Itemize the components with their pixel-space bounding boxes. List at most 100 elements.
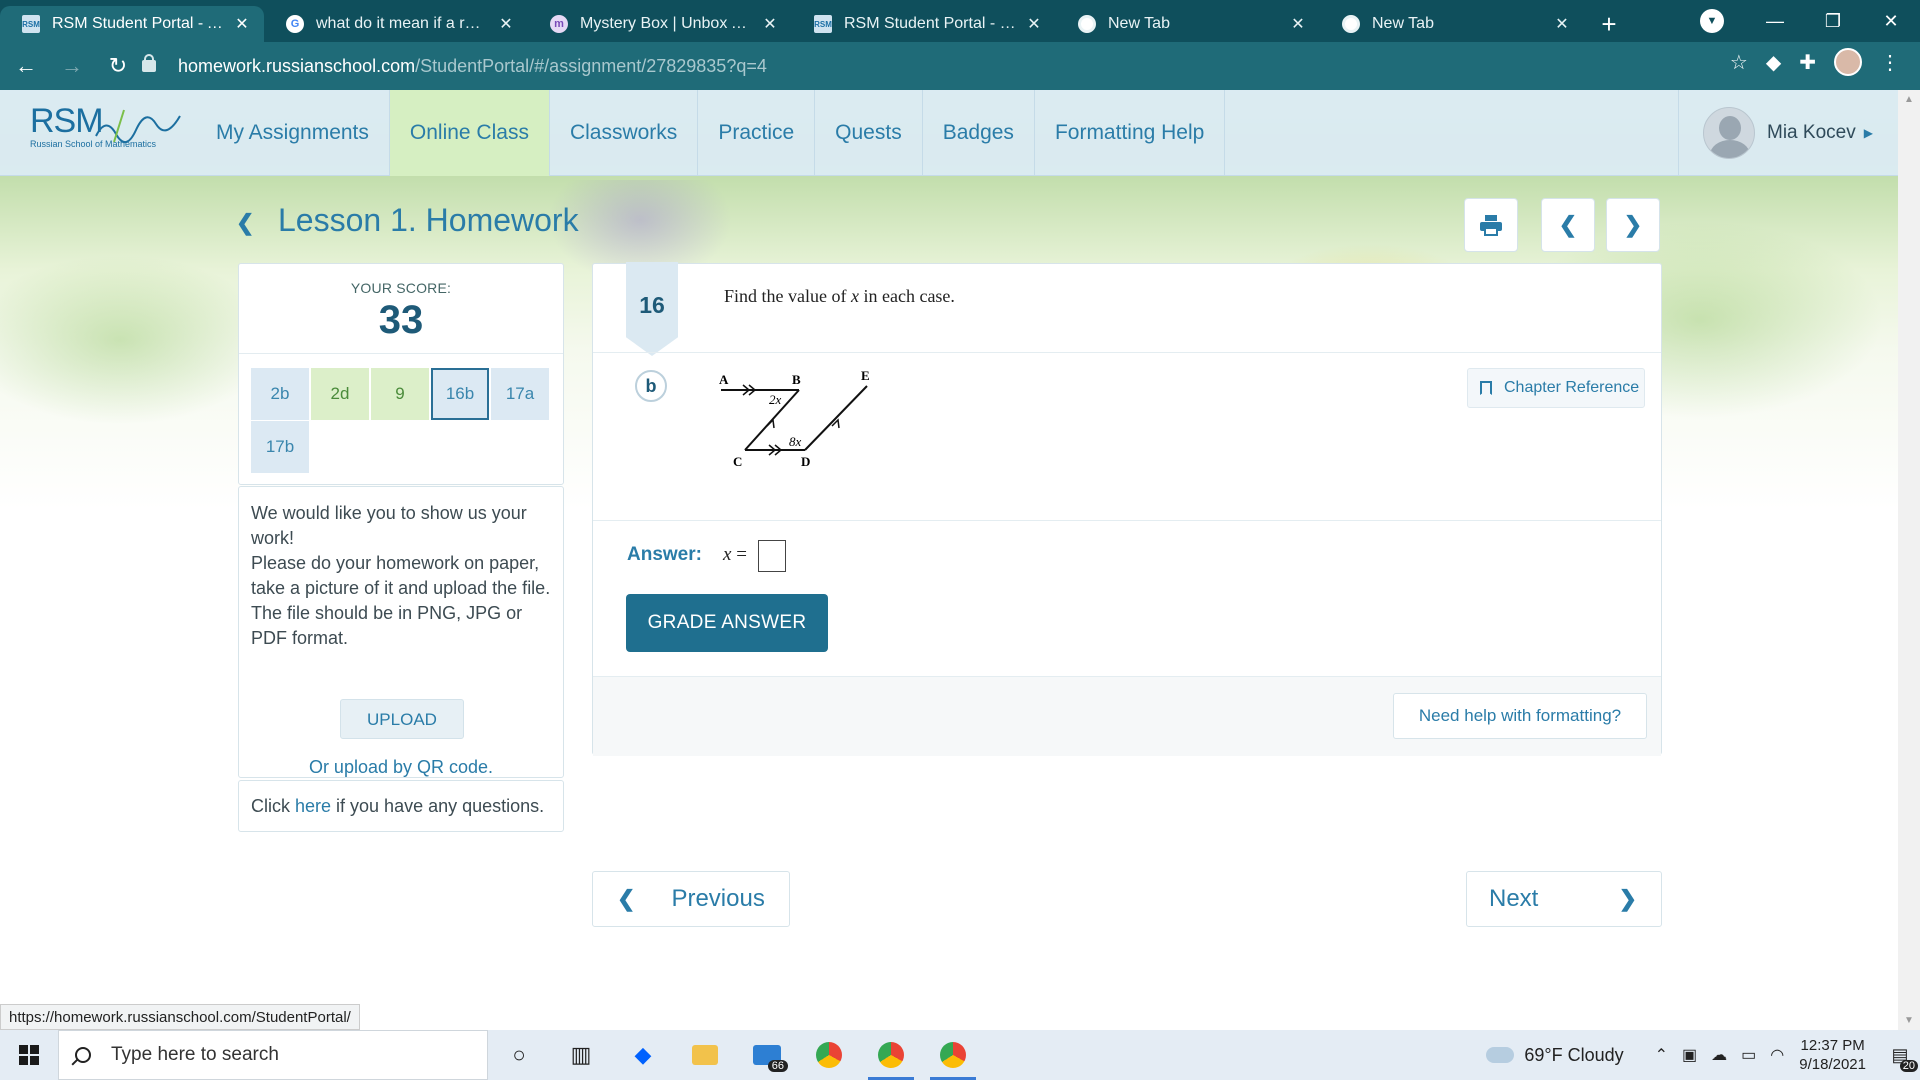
- mail-badge: 66: [767, 1060, 788, 1072]
- chevron-right-icon: ❯: [1623, 212, 1643, 237]
- close-icon[interactable]: ✕: [1288, 14, 1308, 34]
- dropbox-icon[interactable]: ◆: [612, 1030, 674, 1080]
- mail-icon[interactable]: 66: [736, 1030, 798, 1080]
- bookmark-icon: [1480, 381, 1492, 395]
- divider: [593, 352, 1661, 353]
- clock[interactable]: 12:37 PM 9/18/2021: [1799, 1036, 1866, 1074]
- page-scrollbar[interactable]: ▲ ▼: [1898, 90, 1920, 1030]
- puzzle-icon[interactable]: ✚: [1799, 50, 1816, 75]
- tab-title: New Tab: [1372, 15, 1434, 32]
- browser-tab[interactable]: m Mystery Box | Unbox Authentic ✕: [528, 6, 792, 42]
- browser-tab[interactable]: New Tab ✕: [1056, 6, 1320, 42]
- point-label: A: [719, 372, 729, 387]
- weather-widget[interactable]: 69°F Cloudy: [1486, 1045, 1624, 1066]
- nav-badges[interactable]: Badges: [923, 90, 1035, 176]
- question-cell[interactable]: 9: [371, 368, 429, 420]
- close-window-icon[interactable]: ✕: [1862, 0, 1920, 42]
- chapter-reference-button[interactable]: Chapter Reference: [1467, 368, 1645, 408]
- close-icon[interactable]: ✕: [496, 14, 516, 34]
- battery-icon[interactable]: ▭: [1741, 1045, 1756, 1065]
- chevron-left-icon[interactable]: ❮: [236, 210, 254, 236]
- help-prefix: Click: [251, 795, 290, 816]
- scroll-up-icon[interactable]: ▲: [1904, 94, 1914, 105]
- search-icon: [75, 1047, 91, 1063]
- start-button[interactable]: [0, 1030, 58, 1080]
- new-tab-button[interactable]: +: [1584, 6, 1634, 42]
- browser-tab[interactable]: RSM RSM Student Portal - Assignments ✕: [0, 6, 264, 42]
- question-cell-active[interactable]: 16b: [431, 368, 489, 420]
- print-button[interactable]: [1464, 198, 1518, 252]
- menu-dots-icon[interactable]: ⋮: [1880, 50, 1900, 75]
- rsm-icon: RSM: [814, 15, 832, 33]
- browser-tab[interactable]: RSM RSM Student Portal - Online Class ✕: [792, 6, 1056, 42]
- question-cell[interactable]: 17b: [251, 421, 309, 473]
- score-card: YOUR SCORE: 33 2b 2d 9 16b 17a 17b: [238, 263, 564, 485]
- next-button[interactable]: Next ❯: [1466, 871, 1662, 927]
- address-bar[interactable]: homework.russianschool.com/StudentPortal…: [142, 48, 1732, 84]
- logo-wave-icon: [95, 109, 181, 143]
- meet-now-icon[interactable]: ▣: [1682, 1045, 1697, 1065]
- clock-date: 9/18/2021: [1799, 1056, 1866, 1073]
- chevron-right-icon: ❯: [1618, 886, 1637, 911]
- profile-avatar[interactable]: [1834, 48, 1862, 76]
- prev-question-button[interactable]: ❮: [1541, 198, 1595, 252]
- cortana-icon[interactable]: ○: [488, 1030, 550, 1080]
- user-name: Mia Kocev: [1767, 122, 1856, 143]
- avatar: [1703, 107, 1755, 159]
- browser-tab[interactable]: New Tab ✕: [1320, 6, 1584, 42]
- reload-icon[interactable]: ↻: [98, 46, 138, 86]
- nav-practice[interactable]: Practice: [698, 90, 816, 176]
- notification-icon[interactable]: ▤ 20: [1880, 1030, 1920, 1080]
- taskbar-search[interactable]: Type here to search: [58, 1030, 488, 1080]
- question-variable: x: [850, 286, 859, 306]
- qr-upload-link[interactable]: Or upload by QR code.: [239, 755, 563, 780]
- tab-search-icon[interactable]: ▼: [1700, 9, 1724, 33]
- chevron-left-icon: ❮: [617, 886, 636, 911]
- nav-online-class[interactable]: Online Class: [389, 90, 550, 176]
- scroll-down-icon[interactable]: ▼: [1904, 1015, 1914, 1026]
- restore-icon[interactable]: ❐: [1804, 0, 1862, 42]
- point-label: C: [733, 454, 742, 469]
- answer-label: Answer:: [627, 544, 702, 565]
- question-cell[interactable]: 17a: [491, 368, 549, 420]
- chevron-up-icon[interactable]: ⌃: [1655, 1045, 1668, 1065]
- back-arrow-icon[interactable]: ←: [6, 46, 46, 86]
- nav-classworks[interactable]: Classworks: [550, 90, 699, 176]
- main-nav: My Assignments Online Class Classworks P…: [196, 90, 1226, 176]
- formatting-help-button[interactable]: Need help with formatting?: [1393, 693, 1647, 739]
- close-icon[interactable]: ✕: [760, 14, 780, 34]
- minimize-icon[interactable]: —: [1746, 0, 1804, 42]
- extension-icon[interactable]: ◆: [1766, 50, 1781, 75]
- question-cell[interactable]: 2b: [251, 368, 309, 420]
- help-link[interactable]: here: [295, 796, 331, 817]
- window-controls: — ❐ ✕: [1746, 0, 1920, 42]
- previous-button[interactable]: ❮ Previous: [592, 871, 790, 927]
- nav-formatting-help[interactable]: Formatting Help: [1035, 90, 1226, 176]
- star-icon[interactable]: ☆: [1730, 50, 1748, 75]
- close-icon[interactable]: ✕: [1552, 14, 1572, 34]
- user-menu[interactable]: Mia Kocev ▶: [1678, 90, 1898, 176]
- file-explorer-icon[interactable]: [674, 1030, 736, 1080]
- upload-card: We would like you to show us your work! …: [238, 486, 564, 778]
- rsm-logo[interactable]: RSM Russian School of Mathematics: [30, 102, 181, 162]
- chrome-icon[interactable]: [798, 1030, 860, 1080]
- chrome-profile-icon[interactable]: [860, 1030, 922, 1080]
- nav-my-assignments[interactable]: My Assignments: [196, 90, 390, 176]
- close-icon[interactable]: ✕: [1024, 14, 1044, 34]
- task-view-icon[interactable]: ▥: [550, 1030, 612, 1080]
- question-cell[interactable]: 2d: [311, 368, 369, 420]
- onedrive-icon[interactable]: ☁: [1711, 1045, 1727, 1065]
- chapter-reference-label: Chapter Reference: [1504, 379, 1640, 396]
- upload-text-1: We would like you to show us your work!: [251, 503, 527, 548]
- rsm-icon: RSM: [22, 15, 40, 33]
- browser-tab[interactable]: G what do it mean if a relation is ✕: [264, 6, 528, 42]
- next-question-button[interactable]: ❯: [1606, 198, 1660, 252]
- forward-arrow-icon[interactable]: →: [52, 46, 92, 86]
- nav-quests[interactable]: Quests: [815, 90, 923, 176]
- close-icon[interactable]: ✕: [232, 14, 252, 34]
- chrome-profile-icon[interactable]: [922, 1030, 984, 1080]
- upload-button[interactable]: UPLOAD: [340, 699, 464, 739]
- wifi-icon[interactable]: ◠: [1770, 1045, 1784, 1065]
- grade-answer-button[interactable]: GRADE ANSWER: [626, 594, 828, 652]
- answer-input[interactable]: [758, 540, 786, 572]
